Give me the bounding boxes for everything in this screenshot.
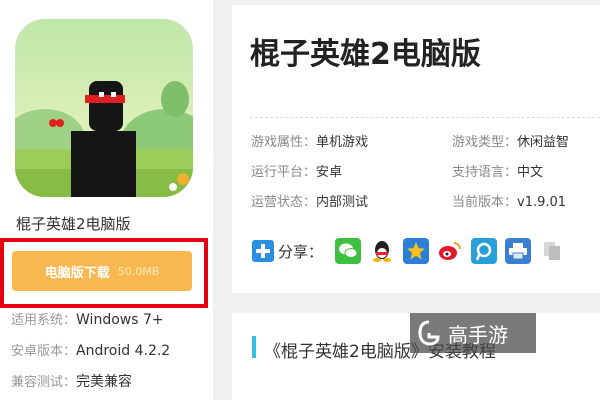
share-bar: 分享：	[252, 236, 573, 266]
page-title: 棍子英雄2电脑版	[250, 37, 481, 72]
attr-label: 当前版本：	[452, 195, 518, 210]
game-info-card: 棍子英雄2电脑版 游戏属性：单机游戏 游戏类型：休闲益智 运行平台：安卓 支持语…	[232, 5, 600, 293]
spec-os: 适用系统：Windows 7+	[11, 309, 164, 328]
download-button[interactable]: 电脑版下载 50.0MB	[12, 251, 192, 291]
weibo-icon[interactable]	[437, 238, 464, 264]
attr-value: 单机游戏	[316, 135, 369, 150]
attr-game-type: 游戏类型：休闲益智	[452, 131, 569, 150]
attr-label: 游戏属性：	[251, 135, 317, 150]
attr-platform: 运行平台：安卓	[251, 161, 342, 180]
spec-compat: 兼容测试：完美兼容	[11, 371, 132, 391]
app-name: 棍子英雄2电脑版	[16, 215, 131, 233]
tencent-weibo-icon[interactable]	[471, 238, 498, 264]
attr-value: v1.9.01	[517, 195, 567, 210]
watermark-badge: 高手游	[410, 313, 536, 353]
qzone-icon[interactable]	[403, 238, 430, 264]
print-icon[interactable]	[505, 238, 532, 264]
share-label: 分享：	[278, 242, 324, 261]
attr-status: 运营状态：内部测试	[251, 191, 368, 210]
attr-value: 中文	[517, 165, 544, 180]
attr-label: 运行平台：	[251, 165, 317, 180]
spec-value: 完美兼容	[76, 374, 133, 390]
attr-value: 内部测试	[316, 195, 369, 210]
download-label: 电脑版下载	[44, 265, 110, 281]
spec-label: 兼容测试：	[11, 375, 77, 390]
spec-label: 适用系统：	[11, 313, 77, 328]
divider	[250, 117, 600, 118]
section-accent-bar	[252, 336, 256, 358]
watermark-logo-icon	[418, 320, 440, 346]
attr-game-property: 游戏属性：单机游戏	[251, 131, 368, 150]
attr-version: 当前版本：v1.9.01	[452, 191, 566, 210]
spec-label: 安卓版本：	[11, 344, 77, 359]
spec-android: 安卓版本：Android 4.2.2	[11, 340, 170, 359]
attr-language: 支持语言：中文	[452, 161, 543, 180]
app-icon-image[interactable]	[15, 19, 193, 197]
copy-icon[interactable]	[539, 238, 566, 264]
spec-value: Windows 7+	[76, 312, 164, 328]
attr-label: 支持语言：	[452, 165, 518, 180]
attr-label: 游戏类型：	[452, 135, 518, 150]
app-card: 棍子英雄2电脑版 电脑版下载 50.0MB 适用系统：Windows 7+ 安卓…	[0, 0, 213, 400]
share-plus-icon[interactable]	[252, 240, 274, 262]
download-size: 50.0MB	[117, 264, 160, 278]
spec-value: Android 4.2.2	[76, 343, 171, 359]
wechat-icon[interactable]	[335, 238, 362, 264]
watermark-text: 高手游	[448, 322, 508, 347]
attr-label: 运营状态：	[251, 195, 317, 210]
qq-icon[interactable]	[369, 238, 396, 264]
attr-value: 休闲益智	[517, 135, 570, 150]
attr-value: 安卓	[316, 165, 343, 180]
